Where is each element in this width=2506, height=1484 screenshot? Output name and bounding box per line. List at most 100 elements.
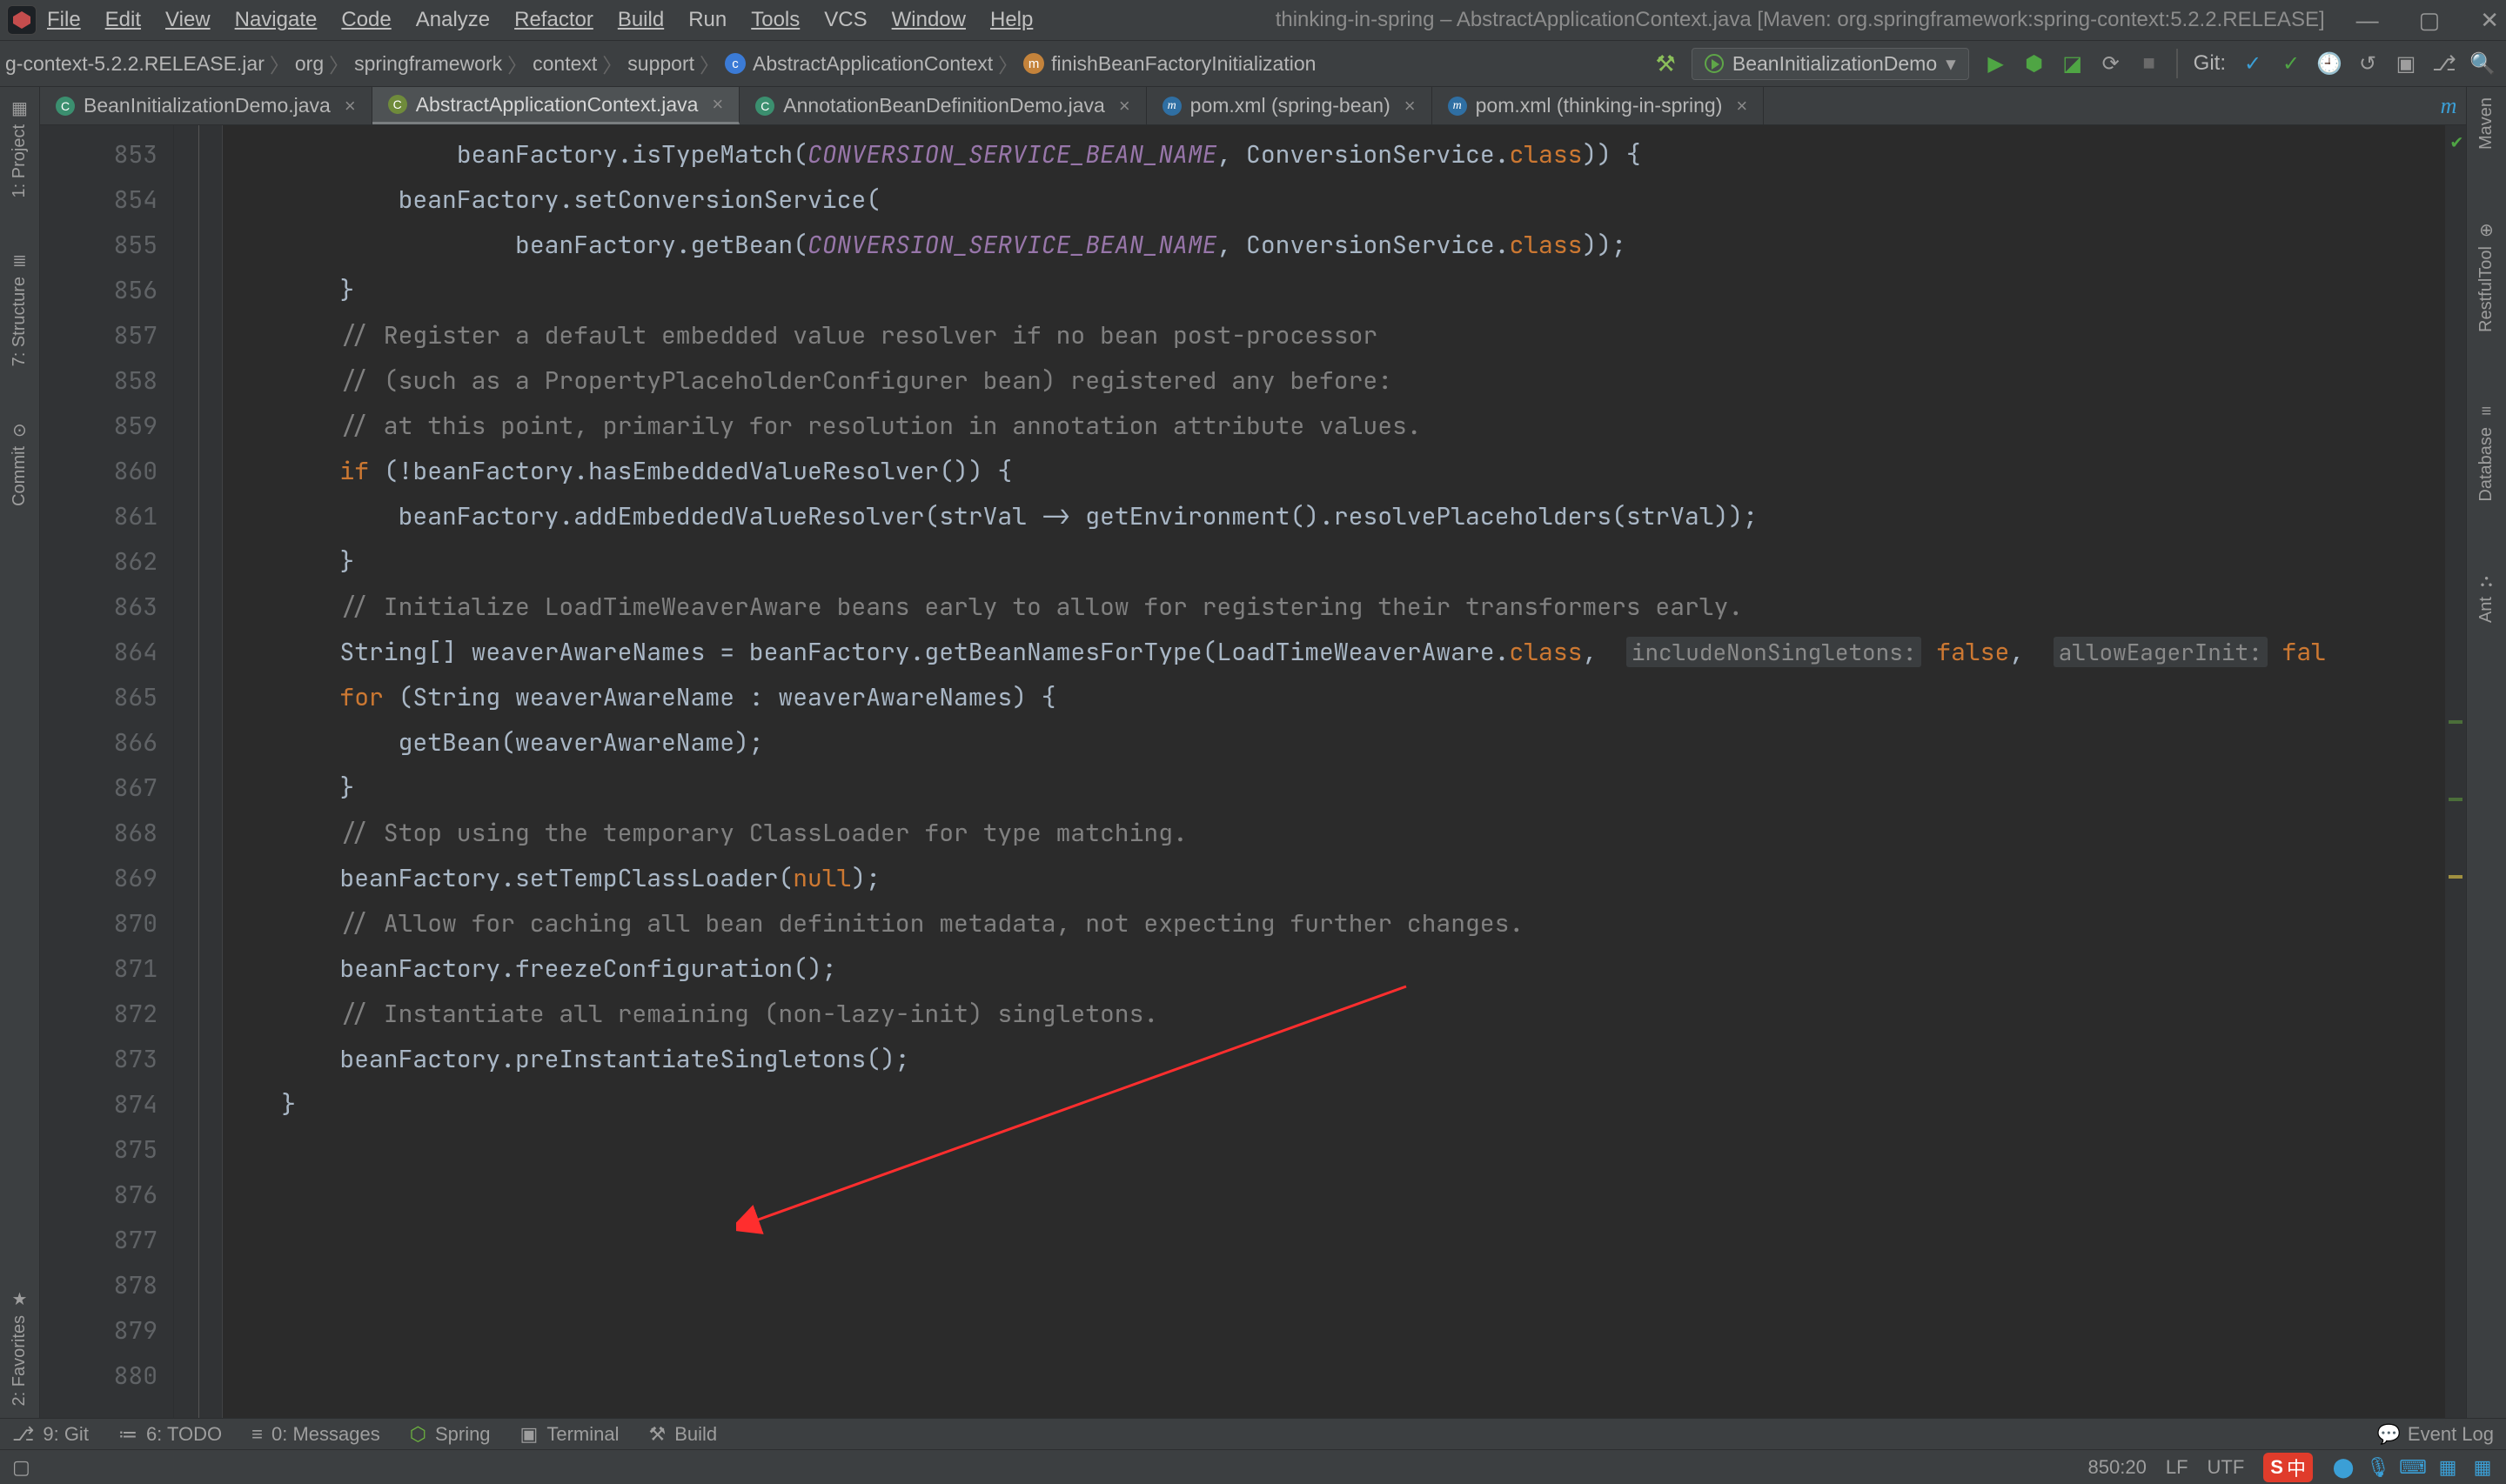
menu-build[interactable]: Build [618, 8, 664, 32]
menu-vcs[interactable]: VCS [824, 8, 867, 32]
tool-favorites[interactable]: ★2: Favorites [10, 1288, 30, 1406]
tool-commit[interactable]: ⊙Commit [10, 419, 30, 506]
tool-project[interactable]: ▦1: Project [10, 97, 30, 197]
code-editor[interactable]: 8538548558568578588598608618628638648658… [40, 125, 2466, 1418]
coverage-button[interactable]: ◪ [2061, 52, 2084, 75]
fold-gutter[interactable] [174, 125, 223, 1418]
editor-tab[interactable]: CAbstractApplicationContext.java× [372, 87, 740, 124]
code-line: } [223, 268, 2445, 313]
menu-view[interactable]: View [165, 8, 211, 32]
git-branch-button[interactable]: ⎇ [2433, 52, 2456, 75]
crumb-class[interactable]: cAbstractApplicationContext [725, 52, 993, 76]
tool-database[interactable]: ≡Database [2476, 402, 2496, 502]
marker[interactable] [2449, 720, 2462, 724]
close-tab-icon[interactable]: × [1119, 95, 1130, 117]
code-line: // at this point, primarily for resoluti… [223, 404, 2445, 449]
tool-terminal[interactable]: ▣Terminal [520, 1423, 620, 1446]
code-content[interactable]: beanFactory.isTypeMatch(CONVERSION_SERVI… [223, 125, 2445, 1418]
profile-button[interactable]: ⟳ [2100, 52, 2122, 75]
tray-icon[interactable]: ▦ [2436, 1456, 2459, 1479]
line-number: 860 [40, 449, 157, 494]
close-tab-icon[interactable]: × [712, 93, 723, 116]
build-button[interactable]: ⚒ [1656, 50, 1676, 77]
tool-spring[interactable]: ⬡Spring [410, 1423, 491, 1446]
git-revert-button[interactable]: ↺ [2356, 52, 2379, 75]
tray-icon[interactable]: ⌨ [2402, 1456, 2424, 1479]
tool-git[interactable]: ⎇9: Git [12, 1423, 89, 1446]
editor-tab[interactable]: mpom.xml (spring-bean)× [1147, 87, 1432, 124]
crumb-support[interactable]: support [627, 52, 694, 76]
tool-todo[interactable]: ≔6: TODO [118, 1423, 222, 1446]
line-number: 874 [40, 1082, 157, 1127]
restful-icon: ⊕ [2479, 219, 2494, 241]
file-icon: m [1163, 97, 1182, 116]
hide-windows-button[interactable]: ▣ [2395, 52, 2417, 75]
crumb-springframework[interactable]: springframework [354, 52, 502, 76]
tool-build[interactable]: ⚒Build [648, 1423, 717, 1446]
tray-icon[interactable]: ▦ [2471, 1456, 2494, 1479]
code-line: // Stop using the temporary ClassLoader … [223, 811, 2445, 856]
debug-button[interactable]: ⬢ [2023, 52, 2046, 75]
close-tab-icon[interactable]: × [1404, 95, 1416, 117]
tool-ant[interactable]: ⛬Ant [2476, 572, 2496, 623]
crumb-method[interactable]: mfinishBeanFactoryInitialization [1023, 52, 1316, 76]
star-icon: ★ [12, 1288, 28, 1310]
run-button[interactable]: ▶ [1985, 52, 2007, 75]
status-button[interactable]: ▢ [12, 1456, 30, 1479]
tray-icon[interactable]: 🎙 [2367, 1456, 2389, 1479]
menu-file[interactable]: File [47, 8, 81, 32]
maximize-button[interactable]: ▢ [2419, 7, 2441, 34]
editor-tab[interactable]: mpom.xml (thinking-in-spring)× [1432, 87, 1765, 124]
caret-position[interactable]: 850:20 [2088, 1456, 2147, 1479]
tool-maven[interactable]: Maven [2476, 97, 2496, 150]
minimize-button[interactable]: — [2356, 7, 2379, 34]
line-number: 854 [40, 177, 157, 223]
menu-run[interactable]: Run [688, 8, 727, 32]
editor-tab[interactable]: CAnnotationBeanDefinitionDemo.java× [740, 87, 1146, 124]
run-config-label: BeanInitializationDemo [1732, 52, 1937, 76]
menu-window[interactable]: Window [892, 8, 966, 32]
run-config-selector[interactable]: BeanInitializationDemo ▾ [1692, 48, 1969, 80]
terminal-icon: ▣ [520, 1423, 539, 1446]
tool-messages[interactable]: ≡0: Messages [251, 1423, 380, 1446]
line-number: 862 [40, 539, 157, 585]
marker[interactable] [2449, 798, 2462, 801]
menu-tools[interactable]: Tools [751, 8, 800, 32]
menu-navigate[interactable]: Navigate [235, 8, 318, 32]
line-number: 880 [40, 1354, 157, 1399]
git-history-button[interactable]: 🕘 [2318, 52, 2341, 75]
code-line: beanFactory.addEmbeddedValueResolver(str… [223, 494, 2445, 539]
close-tab-icon[interactable]: × [1736, 95, 1747, 117]
file-icon: C [755, 97, 774, 116]
tool-restful[interactable]: ⊕RestfulTool [2476, 219, 2496, 332]
menu-edit[interactable]: Edit [105, 8, 141, 32]
database-icon: ≡ [2482, 402, 2492, 422]
line-number: 879 [40, 1308, 157, 1354]
marker[interactable] [2449, 875, 2462, 879]
line-separator[interactable]: LF [2166, 1456, 2188, 1479]
menu-help[interactable]: Help [990, 8, 1033, 32]
menu-refactor[interactable]: Refactor [514, 8, 593, 32]
editor-tab[interactable]: CBeanInitializationDemo.java× [40, 87, 372, 124]
crumb-jar[interactable]: g-context-5.2.2.RELEASE.jar [5, 52, 265, 76]
crumb-org[interactable]: org [295, 52, 324, 76]
tab-label: AbstractApplicationContext.java [416, 93, 699, 117]
code-line: getBean(weaverAwareName); [223, 720, 2445, 765]
menu-analyze[interactable]: Analyze [416, 8, 490, 32]
search-everywhere-button[interactable]: 🔍 [2471, 52, 2494, 75]
menu-code[interactable]: Code [341, 8, 391, 32]
close-tab-icon[interactable]: × [345, 95, 356, 117]
crumb-context[interactable]: context [533, 52, 597, 76]
stop-button[interactable]: ■ [2138, 52, 2161, 75]
ime-indicator[interactable]: S中 [2263, 1453, 2313, 1482]
error-stripe[interactable]: ✔ [2445, 125, 2466, 1418]
event-log[interactable]: 💬Event Log [2377, 1423, 2494, 1446]
tool-structure[interactable]: ≣7: Structure [10, 250, 30, 366]
git-update-button[interactable]: ✓ [2241, 52, 2264, 75]
git-commit-button[interactable]: ✓ [2280, 52, 2302, 75]
file-encoding[interactable]: UTF [2208, 1456, 2245, 1479]
tray-icon[interactable]: ⬤ [2332, 1456, 2355, 1479]
line-number: 853 [40, 132, 157, 177]
close-button[interactable]: ✕ [2480, 7, 2499, 34]
breadcrumbs: g-context-5.2.2.RELEASE.jar〉 org〉 spring… [5, 49, 1316, 78]
